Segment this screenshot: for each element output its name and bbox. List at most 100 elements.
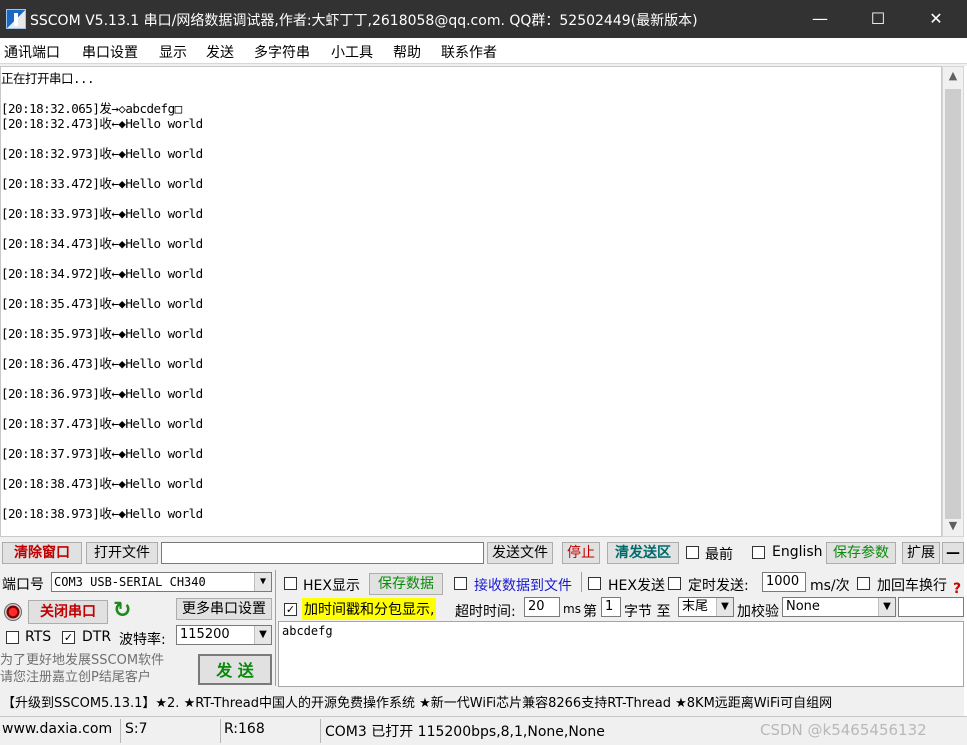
timed-send-checkbox[interactable] [668,577,681,590]
timeout-label: 超时时间: [455,604,516,620]
receive-log-line: [20:18:37.473]收←◆Hello world [1,416,203,431]
receive-log-line: [20:18:34.972]收←◆Hello world [1,266,203,281]
english-checkbox[interactable] [752,546,765,559]
receive-log-line: [20:18:35.973]收←◆Hello world [1,326,203,341]
receive-log-line: [20:18:35.473]收←◆Hello world [1,296,203,311]
add-crlf-checkbox[interactable] [857,577,870,590]
menu-bar: 通讯端口 串口设置 显示 发送 多字符串 小工具 帮助 联系作者 [0,38,967,64]
baud-select[interactable]: 115200 ▼ [176,625,272,645]
timed-interval-input[interactable]: 1000 [762,572,806,592]
stop-button[interactable]: 停止 [562,542,600,564]
status-divider [120,719,121,743]
receive-log-line: [20:18:32.973]收←◆Hello world [1,146,203,161]
rts-label: RTS [25,629,52,645]
save-params-button[interactable]: 保存参数 [826,542,896,564]
expand-button[interactable]: 扩展 [902,542,940,564]
divider [581,572,582,592]
help-icon[interactable]: ? [953,581,961,597]
chevron-down-icon[interactable]: ▼ [254,626,271,644]
send-text-area[interactable]: abcdefg [278,621,964,687]
menu-display[interactable]: 显示 [159,42,187,62]
watermark: CSDN @k5465456132 [760,721,927,739]
receive-log-line: [20:18:36.973]收←◆Hello world [1,386,203,401]
minimize-button[interactable]: — [791,0,849,38]
byte-end-value: 末尾 [682,599,709,614]
checksum-value: None [786,599,820,614]
receive-log-line: [20:18:33.973]收←◆Hello world [1,206,203,221]
byte-end-select[interactable]: 末尾 ▼ [678,597,734,617]
topmost-checkbox[interactable] [686,546,699,559]
clear-send-button[interactable]: 清发送区 [607,542,679,564]
baud-select-value: 115200 [180,627,230,642]
timestamp-checkbox[interactable]: ✓ [284,603,297,616]
timeout-input[interactable]: 20 [524,597,560,617]
status-port-state: COM3 已打开 115200bps,8,1,None,None [325,724,605,740]
timestamp-label: 加时间戳和分包显示, [302,598,437,620]
menu-contact-author[interactable]: 联系作者 [441,42,497,62]
save-data-button[interactable]: 保存数据 [369,573,443,595]
refresh-icon[interactable]: ↻ [113,598,131,623]
menu-port-settings[interactable]: 串口设置 [82,42,138,62]
send-button[interactable]: 发 送 [198,654,272,685]
recv-to-file-label[interactable]: 接收数据到文件 [474,575,572,595]
receive-log-line: [20:18:37.973]收←◆Hello world [1,446,203,461]
close-button[interactable]: ✕ [907,0,965,38]
timeout-unit-label: ms [563,602,581,616]
receive-log-line: [20:18:36.473]收←◆Hello world [1,356,203,371]
dtr-checkbox[interactable]: ✓ [62,631,75,644]
more-port-settings-button[interactable]: 更多串口设置 [176,598,272,620]
recv-to-file-checkbox[interactable] [454,577,467,590]
status-divider [220,719,221,743]
byte-range-label: 字节 至 [624,604,671,620]
menu-send[interactable]: 发送 [206,42,234,62]
timed-send-label: 定时发送: [688,578,749,594]
checksum-output [898,597,964,617]
chevron-down-icon[interactable]: ▼ [254,573,271,591]
menu-help[interactable]: 帮助 [393,42,421,62]
collapse-button[interactable]: — [942,542,964,564]
hex-send-label: HEX发送 [608,578,665,594]
receive-scrollbar[interactable]: ▲ ▼ [942,66,964,537]
maximize-button[interactable]: ☐ [849,0,907,38]
timed-unit-label: ms/次 [810,578,850,594]
file-path-input[interactable] [161,542,484,564]
status-divider [320,719,321,743]
receive-text-area[interactable]: 正在打开串口... [20:18:32.065]发→◇abcdefg□ [20:18… [0,66,942,537]
port-label: 端口号 [2,577,44,593]
app-icon [6,9,26,29]
panel-divider [275,570,276,686]
english-label: English [772,544,823,560]
open-file-button[interactable]: 打开文件 [86,542,158,564]
port-status-led-icon [4,603,22,621]
port-select-value: COM3 USB-SERIAL CH340 [54,575,206,589]
menu-comm-port[interactable]: 通讯端口 [4,42,60,62]
status-website[interactable]: www.daxia.com [2,721,112,737]
byte-start-input[interactable]: 1 [601,597,621,617]
promo-text: 为了更好地发展SSCOM软件 请您注册嘉立创P结尾客户 [0,653,165,685]
chevron-down-icon[interactable]: ▼ [878,598,895,616]
status-received-count: R:168 [224,721,265,737]
scroll-thumb[interactable] [945,89,961,519]
clear-window-button[interactable]: 清除窗口 [2,542,82,564]
scroll-up-icon[interactable]: ▲ [943,69,963,82]
status-bar: www.daxia.com S:7 R:168 COM3 已打开 115200b… [0,716,967,745]
byte-prefix-label: 第 [583,604,597,620]
chevron-down-icon[interactable]: ▼ [716,598,733,616]
title-bar: SSCOM V5.13.1 串口/网络数据调试器,作者:大虾丁丁,2618058… [0,0,967,38]
news-ticker[interactable]: 【升级到SSCOM5.13.1】★2. ★RT-Thread中国人的开源免费操作… [2,692,964,712]
receive-log-line: [20:18:38.973]收←◆Hello world [1,506,203,521]
close-port-button[interactable]: 关闭串口 [28,600,108,624]
hex-send-checkbox[interactable] [588,577,601,590]
hex-display-checkbox[interactable] [284,577,297,590]
send-file-button[interactable]: 发送文件 [487,542,553,564]
scroll-down-icon[interactable]: ▼ [943,519,963,532]
baud-label: 波特率: [119,632,166,648]
rts-checkbox[interactable] [6,631,19,644]
port-select[interactable]: COM3 USB-SERIAL CH340 ▼ [51,572,272,592]
dtr-label: DTR [82,629,112,645]
receive-log-line: [20:18:38.473]收←◆Hello world [1,476,203,491]
checksum-select[interactable]: None ▼ [782,597,896,617]
menu-multi-string[interactable]: 多字符串 [254,42,310,62]
receive-log-line: [20:18:34.473]收←◆Hello world [1,236,203,251]
menu-tools[interactable]: 小工具 [331,42,373,62]
